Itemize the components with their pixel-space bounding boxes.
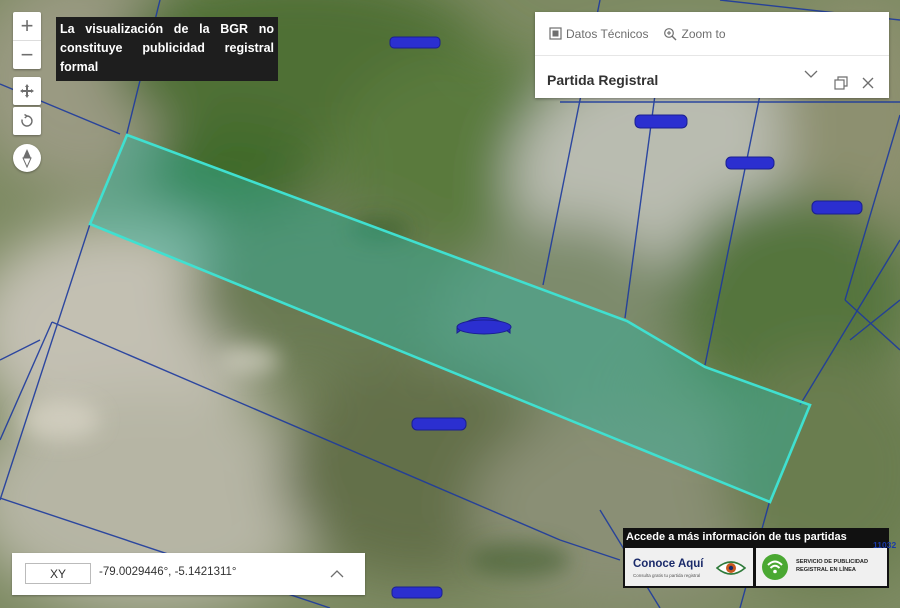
table-icon [549,27,562,40]
servicio-line1: SERVICIO DE PUBLICIDAD [796,559,869,565]
eye-logo-icon [716,561,746,575]
coordinate-mode-button[interactable]: XY [25,563,91,584]
pan-button[interactable] [13,77,41,105]
popup-title: Partida Registral [547,72,659,88]
wifi-logo-icon [762,554,788,580]
servicio-publicidad-link[interactable]: SERVICIO DE PUBLICIDAD REGISTRAL EN LÍNE… [756,548,887,586]
coordinate-value: -79.0029446°, -5.1421311° [99,566,237,578]
zoom-in-button[interactable]: + [13,12,41,40]
zoom-to-action[interactable]: Zoom to [663,26,726,41]
conoce-aqui-link[interactable]: Conoce Aquí Consulta gratis tu partida r… [625,548,753,586]
chevron-down-icon [804,70,818,78]
feature-popup: Datos Técnicos Zoom to Partida Registral [535,12,889,98]
pan-icon [20,84,34,98]
popup-actions: Datos Técnicos Zoom to [535,12,889,56]
servicio-line2: REGISTRAL EN LÍNEA [796,567,856,573]
dock-popup-button[interactable] [833,75,849,91]
promo-heading: Accede a más información de tus partidas [626,531,847,543]
zoom-to-icon [664,27,677,40]
compass-button[interactable] [13,144,41,172]
chevron-up-icon[interactable] [330,567,344,581]
zoom-out-button[interactable]: − [13,40,41,69]
close-icon [862,77,874,89]
datos-tecnicos-action[interactable]: Datos Técnicos [549,27,648,41]
coordinate-widget: XY -79.0029446°, -5.1421311° [12,553,365,595]
registry-notice: La visualización de la BGR no constituye… [56,17,278,81]
compass-icon [22,149,32,168]
parcel-number-label: 11032 [873,540,897,550]
rotate-icon [21,113,33,127]
collapse-popup-button[interactable] [803,66,819,82]
zoom-controls: + − [13,12,41,69]
promo-banner: Accede a más información de tus partidas… [623,528,889,588]
conoce-aqui-title: Conoce Aquí [633,558,704,570]
close-popup-button[interactable] [860,75,876,91]
conoce-aqui-subtitle: Consulta gratis tu partida registral [633,573,701,578]
datos-tecnicos-label: Datos Técnicos [566,26,649,41]
zoom-to-label: Zoom to [681,26,726,41]
rotate-button[interactable] [13,107,41,135]
dock-icon [834,76,848,90]
